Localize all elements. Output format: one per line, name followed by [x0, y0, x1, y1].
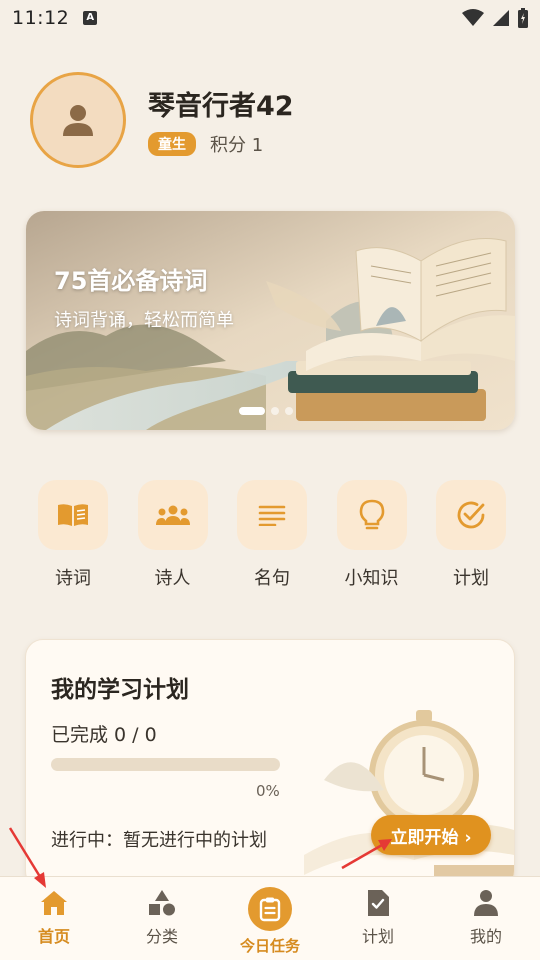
username: 琴音行者42: [148, 90, 294, 122]
quick-entry-poems[interactable]: 诗词: [37, 480, 109, 590]
carousel-dot[interactable]: [271, 407, 279, 415]
plan-percent: 0%: [256, 782, 280, 800]
status-indicators: [462, 8, 528, 28]
banner-title: 75首必备诗词: [54, 267, 208, 295]
nav-label: 我的: [469, 927, 502, 946]
carousel-indicator: [239, 407, 293, 415]
carousel-dot[interactable]: [239, 407, 265, 415]
plan-progress-text: 已完成 0 / 0: [51, 724, 157, 746]
user-icon: [63, 105, 93, 136]
nav-label: 今日任务: [239, 937, 300, 955]
nav-category[interactable]: 分类: [108, 877, 216, 960]
notification-icon: A: [83, 11, 98, 25]
level-badge: 童生: [148, 131, 196, 156]
annotation-arrow-home: [8, 827, 46, 888]
home-icon: [41, 891, 67, 915]
plan-status: 进行中：暂无进行中的计划: [51, 830, 267, 851]
carousel-dot[interactable]: [285, 407, 293, 415]
clipboard-icon: [248, 887, 292, 931]
nav-today-task[interactable]: 今日任务: [216, 877, 324, 960]
status-time: 11:12: [12, 7, 70, 29]
quick-entry-plan[interactable]: 计划: [435, 480, 507, 590]
lines-icon: [237, 480, 307, 550]
annotation-arrow-start: [341, 839, 392, 870]
quick-entry-label: 诗词: [55, 568, 91, 589]
quick-entries: 诗词 诗人 名句 小知识 计划: [37, 480, 507, 590]
status-bar: 11:12 A: [0, 0, 540, 36]
nav-label: 首页: [37, 927, 70, 946]
battery-icon: [518, 8, 528, 28]
signal-icon: [493, 10, 509, 26]
person-icon: [474, 890, 498, 916]
nav-label: 分类: [145, 927, 178, 946]
quick-entry-label: 计划: [453, 568, 489, 589]
check-circle-icon: [436, 480, 506, 550]
document-check-icon: [368, 890, 389, 916]
bottom-navigation: 首页 分类 今日任务 计划 我的: [0, 876, 540, 960]
nav-plan[interactable]: 计划: [324, 877, 432, 960]
clock-books-illustration: [304, 710, 514, 888]
wifi-icon: [462, 9, 484, 26]
quick-entry-label: 诗人: [154, 568, 191, 589]
profile-header[interactable]: 琴音行者42 童生 积分 1: [30, 72, 294, 168]
plan-progress-bar: [51, 758, 280, 771]
study-plan-card[interactable]: 我的学习计划 已完成 0 / 0 0% 进行中：暂无进行中的计划 立即开始 ›: [25, 639, 515, 889]
quick-entry-label: 小知识: [344, 568, 399, 589]
quick-entry-knowledge[interactable]: 小知识: [336, 480, 408, 590]
quick-entry-label: 名句: [254, 568, 290, 589]
banner-subtitle: 诗词背诵，轻松而简单: [54, 310, 234, 331]
open-book-icon: [38, 480, 108, 550]
points-label: 积分 1: [210, 134, 264, 156]
people-icon: [137, 480, 208, 550]
shapes-icon: [149, 890, 175, 916]
nav-label: 计划: [361, 927, 394, 946]
lightbulb-icon: [336, 480, 407, 550]
plan-title: 我的学习计划: [51, 677, 189, 703]
quick-entry-poets[interactable]: 诗人: [137, 480, 209, 590]
avatar[interactable]: [30, 72, 126, 168]
nav-mine[interactable]: 我的: [432, 877, 540, 960]
quick-entry-quotes[interactable]: 名句: [236, 480, 308, 590]
banner-carousel[interactable]: 75首必备诗词 诗词背诵，轻松而简单: [26, 211, 515, 430]
